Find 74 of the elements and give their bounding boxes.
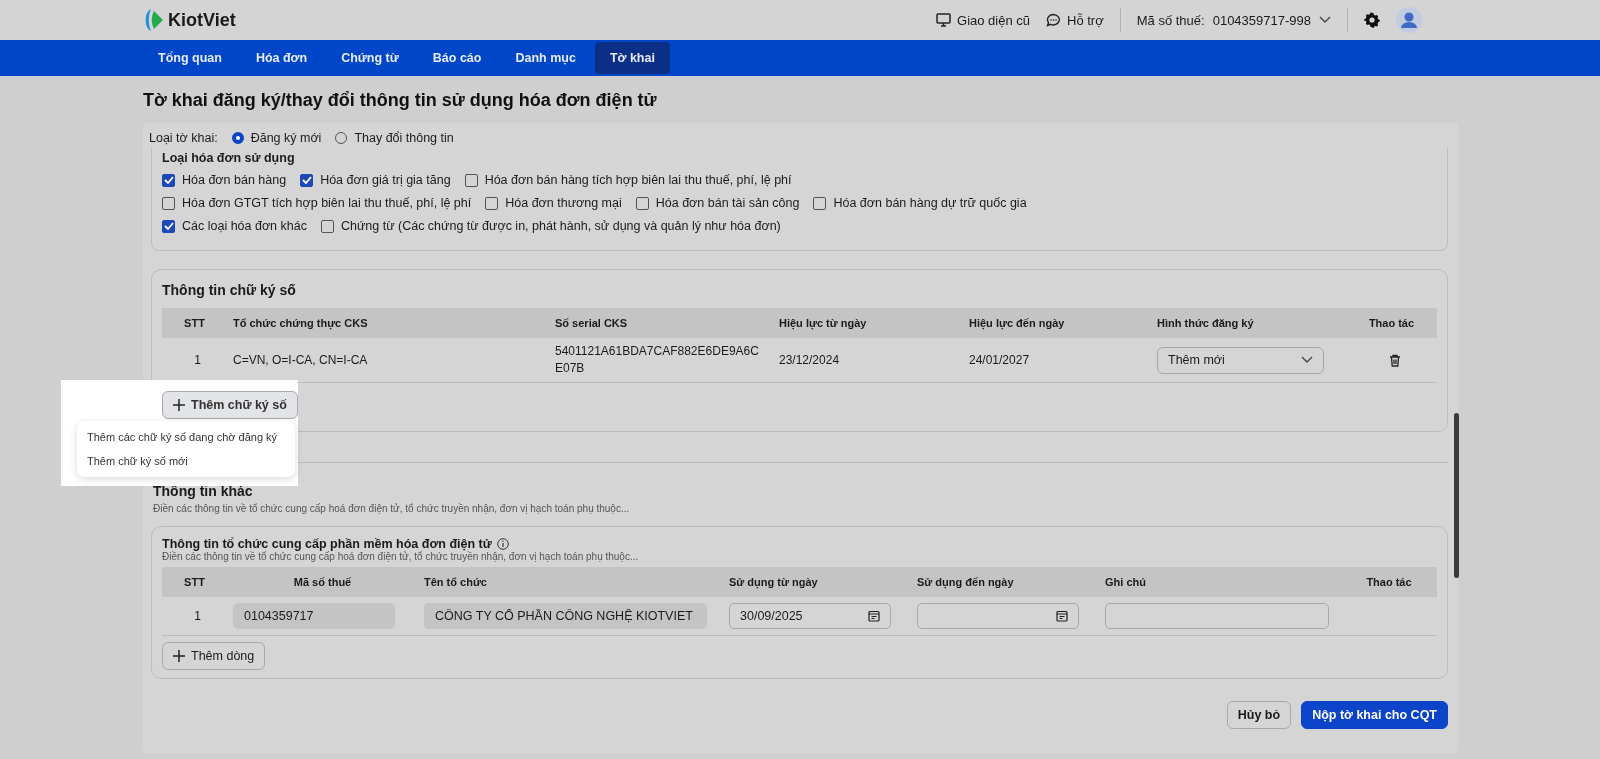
column-header: Hiệu lực đến ngày	[968, 317, 1066, 329]
nav-tab[interactable]: Tờ khai	[594, 42, 670, 74]
tax-label: Mã số thuế:	[1136, 12, 1205, 28]
checkbox-option[interactable]: Các loại hóa đơn khác	[162, 219, 307, 233]
column-header: Tên tổ chức	[423, 576, 488, 588]
add-row-button[interactable]: Thêm dòng	[162, 642, 266, 670]
scrollbar[interactable]	[1454, 413, 1459, 578]
column-header: STT	[183, 576, 206, 588]
checkbox-option[interactable]: Chứng từ (Các chứng từ được in, phát hành, sử dụng và quản lý như hóa đơn)	[320, 219, 781, 233]
checkbox-option[interactable]: Hóa đơn bán hàng	[162, 173, 287, 187]
section-title: Thông tin khác	[153, 483, 254, 499]
organization-name-field[interactable]: CÔNG TY CỔ PHẦN CÔNG NGHỆ KIOTVIET	[424, 603, 707, 629]
registration-type-dropdown[interactable]: Thêm mới	[1157, 346, 1324, 374]
checkbox-option[interactable]: Hóa đơn bán hàng tích hợp biên lai thu thuế, phí, lệ phí	[464, 173, 792, 187]
logo-text: KiotViet	[168, 9, 236, 31]
column-header: Hiệu lực từ ngày	[778, 317, 868, 329]
column-header: STT	[183, 317, 206, 329]
cancel-button[interactable]: Hủy bỏ	[1226, 701, 1292, 729]
calendar-icon	[1056, 610, 1068, 622]
chevron-down-icon	[1319, 16, 1331, 24]
field-label: Loại tờ khai:	[149, 131, 218, 145]
column-header: Thao tác	[1367, 317, 1416, 329]
nav-tab[interactable]: Tổng quan	[143, 42, 237, 74]
tax-code-field[interactable]: 0104359717	[233, 603, 395, 629]
add-signature-button[interactable]: Thêm chữ ký số	[162, 391, 298, 419]
menu-item[interactable]: Thêm các chữ ký số đang chờ đăng ký	[77, 425, 295, 449]
avatar-icon[interactable]	[1396, 7, 1422, 33]
column-header: Sử dụng từ ngày	[728, 576, 819, 588]
settings-icon[interactable]	[1364, 12, 1380, 28]
checkbox-option[interactable]: Hóa đơn thương mại	[485, 196, 622, 210]
radio-option[interactable]: Đăng ký mới	[231, 131, 322, 145]
end-date-field[interactable]	[917, 603, 1079, 629]
nav-tab[interactable]: Báo cáo	[417, 42, 497, 74]
plus-icon	[173, 650, 185, 662]
nav-tab[interactable]: Danh mục	[500, 42, 591, 74]
checkbox-option[interactable]: Hóa đơn bán tài sản công	[635, 196, 800, 210]
column-header: Mã số thuế	[292, 576, 353, 588]
checkbox-option[interactable]: Hóa đơn bán hàng dự trữ quốc gia	[813, 196, 1027, 210]
section-title: Thông tin tổ chức cung cấp phần mềm hóa đơn điện tử	[162, 537, 492, 551]
header-link[interactable]: Giao diện cũ	[936, 12, 1031, 28]
checkbox-option[interactable]: Hóa đơn GTGT tích hợp biên lai thu thuế, phí, lệ phí	[162, 196, 472, 210]
info-icon[interactable]	[496, 538, 509, 550]
monitor-icon	[936, 13, 952, 27]
table-cell-text: 1	[193, 609, 202, 623]
column-header: Ghi chú	[1104, 576, 1147, 588]
table-cell-text: 1	[193, 353, 202, 367]
section-subtitle: Điền các thông tin về tổ chức cung cấp hoá đơn điện tử, tổ chức truyền nhận, đơn vị hạch toán phụ thuộc...	[162, 551, 640, 562]
radio-option[interactable]: Thay đổi thông tin	[335, 131, 454, 145]
note-field[interactable]	[1105, 603, 1329, 629]
tax-code-dropdown[interactable]: 0104359717-998	[1212, 12, 1331, 28]
page-title: Tờ khai đăng ký/thay đổi thông tin sử dụng hóa đơn điện tử	[143, 89, 658, 112]
column-header: Sử dụng đến ngày	[916, 576, 1015, 588]
table-cell-text: 24/01/2027	[968, 353, 1031, 367]
calendar-icon	[868, 610, 880, 622]
section-subtitle: Điền các thông tin về tổ chức cung cấp hoá đơn điện tử, tổ chức truyền nhận, đơn vị hạch toán phụ thuộc...	[153, 503, 631, 514]
column-header: Thao tác	[1365, 576, 1413, 588]
column-header: Số serial CKS	[554, 317, 629, 329]
table-cell-text: 23/12/2024	[778, 353, 841, 367]
group-title: Loại hóa đơn sử dụng	[162, 151, 296, 165]
chat-icon	[1046, 13, 1062, 27]
section-title: Thông tin chữ ký số	[162, 282, 297, 298]
nav-tab[interactable]: Chứng từ	[326, 42, 414, 74]
start-date-field[interactable]: 30/09/2025	[729, 603, 891, 629]
table-cell-text: C=VN, O=I-CA, CN=I-CA	[232, 353, 369, 367]
submit-button[interactable]: Nộp tờ khai cho CQT	[1301, 701, 1448, 729]
menu-item[interactable]: Thêm chữ ký số mới	[77, 449, 295, 473]
chevron-down-icon	[1301, 356, 1313, 364]
header-link[interactable]: Hỗ trợ	[1046, 12, 1104, 28]
checkbox-option[interactable]: Hóa đơn giá trị gia tăng	[300, 173, 451, 187]
plus-icon	[173, 399, 185, 411]
column-header: Tổ chức chứng thực CKS	[232, 317, 369, 329]
delete-icon[interactable]	[1388, 353, 1401, 367]
column-header: Hình thức đăng ký	[1156, 317, 1255, 329]
nav-tab[interactable]: Hóa đơn	[240, 42, 323, 74]
